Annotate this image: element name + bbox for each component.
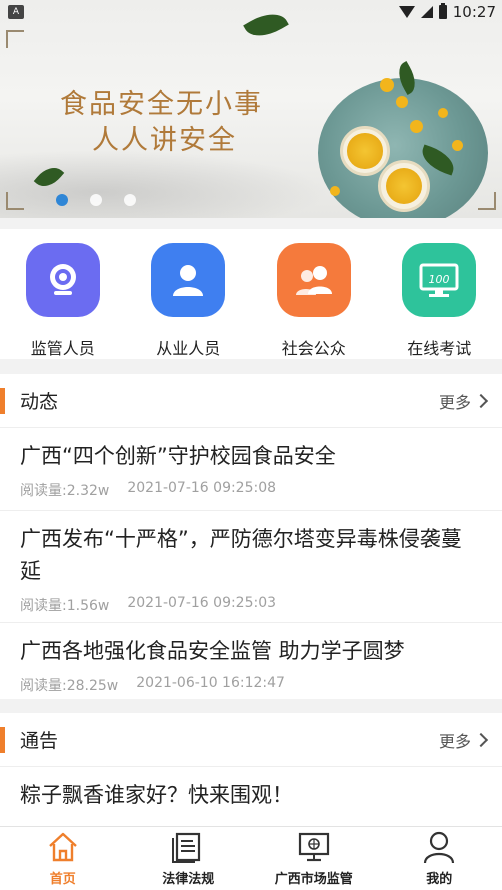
carousel-dot-active[interactable] [56, 194, 68, 206]
banner-corner-ornament [478, 192, 496, 210]
status-time: 10:27 [452, 3, 496, 21]
nav-tab-label: 法律法规 [162, 872, 215, 887]
news-timestamp: 2021-06-10 16:12:47 [136, 675, 285, 691]
quick-item-label: 在线考试 [407, 339, 472, 358]
status-bar: A 10:27 [0, 0, 502, 26]
more-label: 更多 [438, 392, 471, 412]
quick-item-exam[interactable]: 100 在线考试 [377, 229, 502, 359]
nav-tab-label: 广西市场监管 [274, 872, 353, 887]
news-meta: 阅读量:2.32w 2021-07-16 09:25:08 [20, 480, 482, 508]
news-section: 动态 更多 广西“四个创新”守护校园食品安全 阅读量:2.32w 2021-07… [0, 374, 502, 699]
banner-carousel[interactable]: 食品安全无小事 人人讲安全 [0, 0, 502, 218]
nav-tab-home[interactable]: 首页 [0, 827, 126, 890]
nav-tab-laws[interactable]: 法律法规 [126, 827, 252, 890]
flower-decoration [380, 78, 394, 92]
bottom-nav: 首页 法律法规 广西市场监管 我的 [0, 826, 502, 890]
nav-tab-profile[interactable]: 我的 [377, 827, 502, 890]
news-read-count: 阅读量:28.25w [20, 678, 119, 694]
flower-decoration [452, 140, 463, 151]
news-more-link[interactable]: 更多 [438, 389, 489, 413]
wifi-icon [398, 6, 415, 18]
news-section-header: 动态 更多 [0, 374, 502, 428]
carousel-dot[interactable] [124, 194, 136, 206]
banner-bowl-image [378, 160, 430, 212]
quick-item-label: 从业人员 [156, 339, 221, 358]
nav-tab-label: 我的 [426, 872, 453, 887]
group-icon [276, 243, 351, 317]
carousel-indicator [56, 194, 136, 206]
flower-decoration [396, 96, 408, 108]
quick-item-public[interactable]: 社会公众 [251, 229, 377, 359]
quick-item-practitioner[interactable]: 从业人员 [126, 229, 252, 359]
notice-headline: 粽子飘香谁家好？快来围观！ [20, 783, 293, 807]
nav-tab-market-supervision[interactable]: 广西市场监管 [251, 827, 377, 890]
news-list-item[interactable]: 广西“四个创新”守护校园食品安全 阅读量:2.32w 2021-07-16 09… [0, 428, 502, 511]
carousel-dot[interactable] [90, 194, 102, 206]
news-timestamp: 2021-07-16 09:25:08 [127, 480, 277, 496]
notification-icon: A [8, 5, 24, 19]
news-headline: 广西“四个创新”守护校园食品安全 [20, 444, 336, 468]
news-headline: 广西发布“十严格”，严防德尔塔变异毒株侵袭蔓延 [20, 527, 462, 583]
notice-section-header: 通告 更多 [0, 713, 502, 767]
section-accent-bar [0, 388, 5, 414]
news-headline: 广西各地强化食品安全监管 助力学子圆梦 [20, 639, 405, 663]
banner-corner-ornament [6, 192, 24, 210]
notice-more-link[interactable]: 更多 [438, 728, 489, 752]
banner-corner-ornament [6, 30, 24, 48]
person-icon [151, 243, 226, 317]
flower-decoration [438, 108, 448, 118]
quick-item-supervisor[interactable]: 监管人员 [0, 229, 126, 359]
exam-monitor-icon: 100 [402, 243, 477, 317]
banner-slogan-line2: 人人讲安全 [92, 125, 237, 156]
chevron-right-icon [473, 393, 489, 408]
webcam-icon [25, 243, 100, 317]
document-icon [172, 832, 201, 863]
quick-menu: 监管人员 从业人员 社会公众 100 在线考试 [0, 229, 502, 359]
banner-slogan-line1: 食品安全无小事 [60, 89, 263, 120]
chevron-right-icon [473, 732, 489, 747]
flower-decoration [330, 186, 340, 196]
more-label: 更多 [438, 731, 471, 751]
battery-icon [438, 3, 447, 19]
svg-text:100: 100 [429, 273, 450, 286]
news-read-count: 阅读量:2.32w [20, 483, 110, 499]
quick-item-label: 社会公众 [281, 339, 346, 358]
signal-icon [420, 6, 433, 18]
notice-list-item[interactable]: 粽子飘香谁家好？快来围观！ [0, 767, 502, 811]
banner-bowl-image [340, 126, 390, 176]
notice-section: 通告 更多 粽子飘香谁家好？快来围观！ [0, 713, 502, 833]
monitor-globe-icon [298, 832, 329, 862]
news-meta: 阅读量:1.56w 2021-07-16 09:25:03 [20, 595, 482, 623]
news-read-count: 阅读量:1.56w [20, 598, 110, 614]
section-accent-bar [0, 727, 5, 753]
quick-item-label: 监管人员 [30, 339, 95, 358]
notice-section-title: 通告 [20, 730, 59, 752]
nav-tab-label: 首页 [49, 872, 76, 887]
profile-icon [424, 831, 455, 864]
home-icon [48, 832, 77, 862]
news-list-item[interactable]: 广西各地强化食品安全监管 助力学子圆梦 阅读量:28.25w 2021-06-1… [0, 623, 502, 699]
news-meta: 阅读量:28.25w 2021-06-10 16:12:47 [20, 675, 482, 703]
flower-decoration [410, 120, 423, 133]
news-timestamp: 2021-07-16 09:25:03 [127, 595, 277, 611]
news-section-title: 动态 [20, 391, 59, 413]
news-list-item[interactable]: 广西发布“十严格”，严防德尔塔变异毒株侵袭蔓延 阅读量:1.56w 2021-0… [0, 511, 502, 623]
